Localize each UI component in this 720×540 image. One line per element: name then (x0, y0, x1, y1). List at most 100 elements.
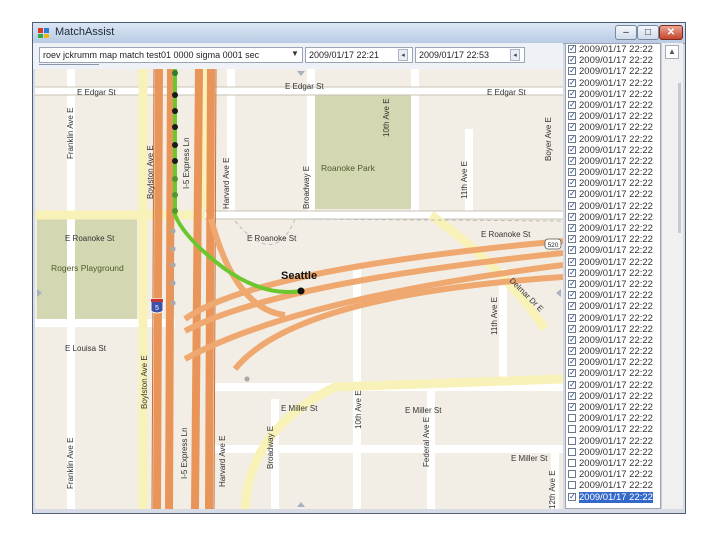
list-item-checkbox[interactable]: ✓ (568, 324, 576, 333)
end-time-spin-icon[interactable]: ◂ (510, 49, 520, 61)
list-item-checkbox[interactable]: ✓ (568, 201, 576, 210)
list-item[interactable]: ✓ 2009/01/17 22:22 (566, 134, 660, 145)
list-item[interactable]: 2009/01/17 22:22 (566, 458, 660, 469)
minimize-button[interactable]: – (615, 25, 637, 40)
list-item-checkbox[interactable]: ✓ (568, 134, 576, 143)
list-item[interactable]: ✓ 2009/01/17 22:22 (566, 357, 660, 368)
list-item[interactable]: ✓ 2009/01/17 22:22 (566, 89, 660, 100)
list-item-checkbox[interactable]: ✓ (568, 190, 576, 199)
list-item-checkbox[interactable]: ✓ (568, 112, 576, 121)
list-item-checkbox[interactable]: ✓ (568, 179, 576, 188)
list-item-checkbox[interactable]: ✓ (568, 56, 576, 65)
list-item-checkbox[interactable] (568, 458, 576, 467)
list-item[interactable]: ✓ 2009/01/17 22:22 (566, 380, 660, 391)
list-item-checkbox[interactable]: ✓ (568, 123, 576, 132)
list-item-checkbox[interactable] (568, 436, 576, 445)
list-item[interactable]: 2009/01/17 22:22 (566, 413, 660, 424)
list-item-checkbox[interactable]: ✓ (568, 347, 576, 356)
list-item-checkbox[interactable]: ✓ (568, 100, 576, 109)
map-canvas[interactable]: 5 520 E Edgar St E Edgar St E Edgar St E… (35, 69, 563, 509)
list-item[interactable]: ✓ 2009/01/17 22:22 (566, 66, 660, 77)
list-item[interactable]: ✓ 2009/01/17 22:22 (566, 122, 660, 133)
list-item-checkbox[interactable]: ✓ (568, 168, 576, 177)
list-item[interactable]: ✓ 2009/01/17 22:22 (566, 335, 660, 346)
list-item[interactable]: ✓ 2009/01/17 22:22 (566, 245, 660, 256)
list-item-checkbox[interactable]: ✓ (568, 391, 576, 400)
list-item[interactable]: ✓ 2009/01/17 22:22 (566, 111, 660, 122)
list-item[interactable]: ✓ 2009/01/17 22:22 (566, 301, 660, 312)
end-time-picker[interactable]: 2009/01/17 22:53 ◂ (415, 47, 525, 63)
start-time-picker[interactable]: 2009/01/17 22:21 ◂ (305, 47, 413, 63)
start-time-spin-icon[interactable]: ◂ (398, 49, 408, 61)
list-item[interactable]: ✓ 2009/01/17 22:22 (566, 55, 660, 66)
scroll-up-icon[interactable]: ▲ (665, 45, 679, 59)
list-item-checkbox[interactable]: ✓ (568, 224, 576, 232)
list-item[interactable]: ✓ 2009/01/17 22:22 (566, 257, 660, 268)
timestamp-list[interactable]: ✓ 2009/01/17 22:22 ✓ 2009/01/17 22:22 ✓ 2009/… (565, 43, 661, 509)
list-item-checkbox[interactable]: ✓ (568, 291, 576, 300)
chevron-down-icon[interactable]: ▼ (291, 49, 299, 58)
list-item[interactable]: ✓ 2009/01/17 22:22 (566, 324, 660, 335)
list-item-checkbox[interactable]: ✓ (568, 67, 576, 76)
list-item[interactable]: ✓ 2009/01/17 22:22 (566, 402, 660, 413)
list-item[interactable]: ✓ 2009/01/17 22:22 (566, 234, 660, 245)
list-item[interactable]: ✓ 2009/01/17 22:22 (566, 167, 660, 178)
list-item-checkbox[interactable]: ✓ (568, 145, 576, 154)
list-item[interactable]: ✓ 2009/01/17 22:22 (566, 100, 660, 111)
list-item[interactable]: 2009/01/17 22:22 (566, 480, 660, 491)
list-item-label: 2009/01/17 22:22 (579, 178, 653, 190)
list-item[interactable]: ✓ 2009/01/17 22:22 (566, 368, 660, 379)
list-item[interactable]: ✓ 2009/01/17 22:22 (566, 44, 660, 55)
list-item[interactable]: ✓ 2009/01/17 22:22 (566, 201, 660, 212)
list-item-checkbox[interactable]: ✓ (568, 212, 576, 221)
list-item-checkbox[interactable]: ✓ (568, 246, 576, 255)
list-item-checkbox[interactable]: ✓ (568, 302, 576, 311)
list-item[interactable]: ✓ 2009/01/17 22:22 (566, 268, 660, 279)
list-item[interactable]: ✓ 2009/01/17 22:22 (566, 223, 660, 234)
list-item[interactable]: 2009/01/17 22:22 (566, 436, 660, 447)
list-item-checkbox[interactable]: ✓ (568, 45, 576, 53)
list-item[interactable]: ✓ 2009/01/17 22:22 (566, 145, 660, 156)
list-item-checkbox[interactable]: ✓ (568, 335, 576, 344)
map-view[interactable]: 5 520 E Edgar St E Edgar St E Edgar St E… (35, 69, 563, 509)
file-combo[interactable]: roev jckrumm map match test01 0000 sigma… (39, 47, 303, 63)
list-item-checkbox[interactable]: ✓ (568, 279, 576, 288)
list-item[interactable]: ✓ 2009/01/17 22:22 (566, 178, 660, 189)
list-item[interactable]: ✓ 2009/01/17 22:22 (566, 78, 660, 89)
list-item-checkbox[interactable]: ✓ (568, 257, 576, 266)
list-item-checkbox[interactable] (568, 425, 576, 434)
list-item-checkbox[interactable]: ✓ (568, 235, 576, 244)
close-button[interactable]: ✕ (659, 25, 683, 40)
list-item-checkbox[interactable]: ✓ (568, 156, 576, 165)
list-item-checkbox[interactable]: ✓ (568, 313, 576, 322)
list-item[interactable]: ✓ 2009/01/17 22:22 (566, 346, 660, 357)
list-item[interactable]: ✓ 2009/01/17 22:22 (566, 189, 660, 200)
title-bar[interactable]: MatchAssist – □ ✕ (33, 23, 685, 44)
list-item-checkbox[interactable]: ✓ (568, 358, 576, 367)
list-item-checkbox[interactable] (568, 447, 576, 456)
list-item[interactable]: 2009/01/17 22:22 (566, 447, 660, 458)
list-item[interactable]: ✓ 2009/01/17 22:22 (566, 212, 660, 223)
scroll-thumb[interactable] (678, 83, 681, 233)
list-item-checkbox[interactable]: ✓ (568, 78, 576, 87)
list-item-checkbox[interactable]: ✓ (568, 369, 576, 378)
list-item-checkbox[interactable]: ✓ (568, 403, 576, 411)
list-item-checkbox[interactable]: ✓ (568, 268, 576, 277)
list-item[interactable]: ✓ 2009/01/17 22:22 (566, 391, 660, 402)
list-item-checkbox[interactable]: ✓ (568, 380, 576, 389)
list-item-checkbox[interactable] (568, 414, 576, 423)
list-item[interactable]: ✓ 2009/01/17 22:22 (566, 313, 660, 324)
list-item-checkbox[interactable] (568, 470, 576, 479)
list-item-checkbox[interactable]: ✓ (568, 492, 576, 501)
list-item[interactable]: 2009/01/17 22:22 (566, 469, 660, 480)
list-item[interactable]: ✓ 2009/01/17 22:22 (566, 290, 660, 301)
list-scrollbar[interactable]: ▲ (661, 43, 683, 509)
list-item[interactable]: ✓ 2009/01/17 22:22 (566, 156, 660, 167)
label-e-edgar-st: E Edgar St (77, 88, 116, 97)
list-item[interactable]: ✓ 2009/01/17 22:22 (566, 279, 660, 290)
list-item-checkbox[interactable]: ✓ (568, 89, 576, 98)
maximize-button[interactable]: □ (637, 25, 659, 40)
list-item-checkbox[interactable] (568, 481, 576, 490)
list-item[interactable]: 2009/01/17 22:22 (566, 424, 660, 435)
list-item[interactable]: ✓ 2009/01/17 22:22 (566, 491, 660, 503)
